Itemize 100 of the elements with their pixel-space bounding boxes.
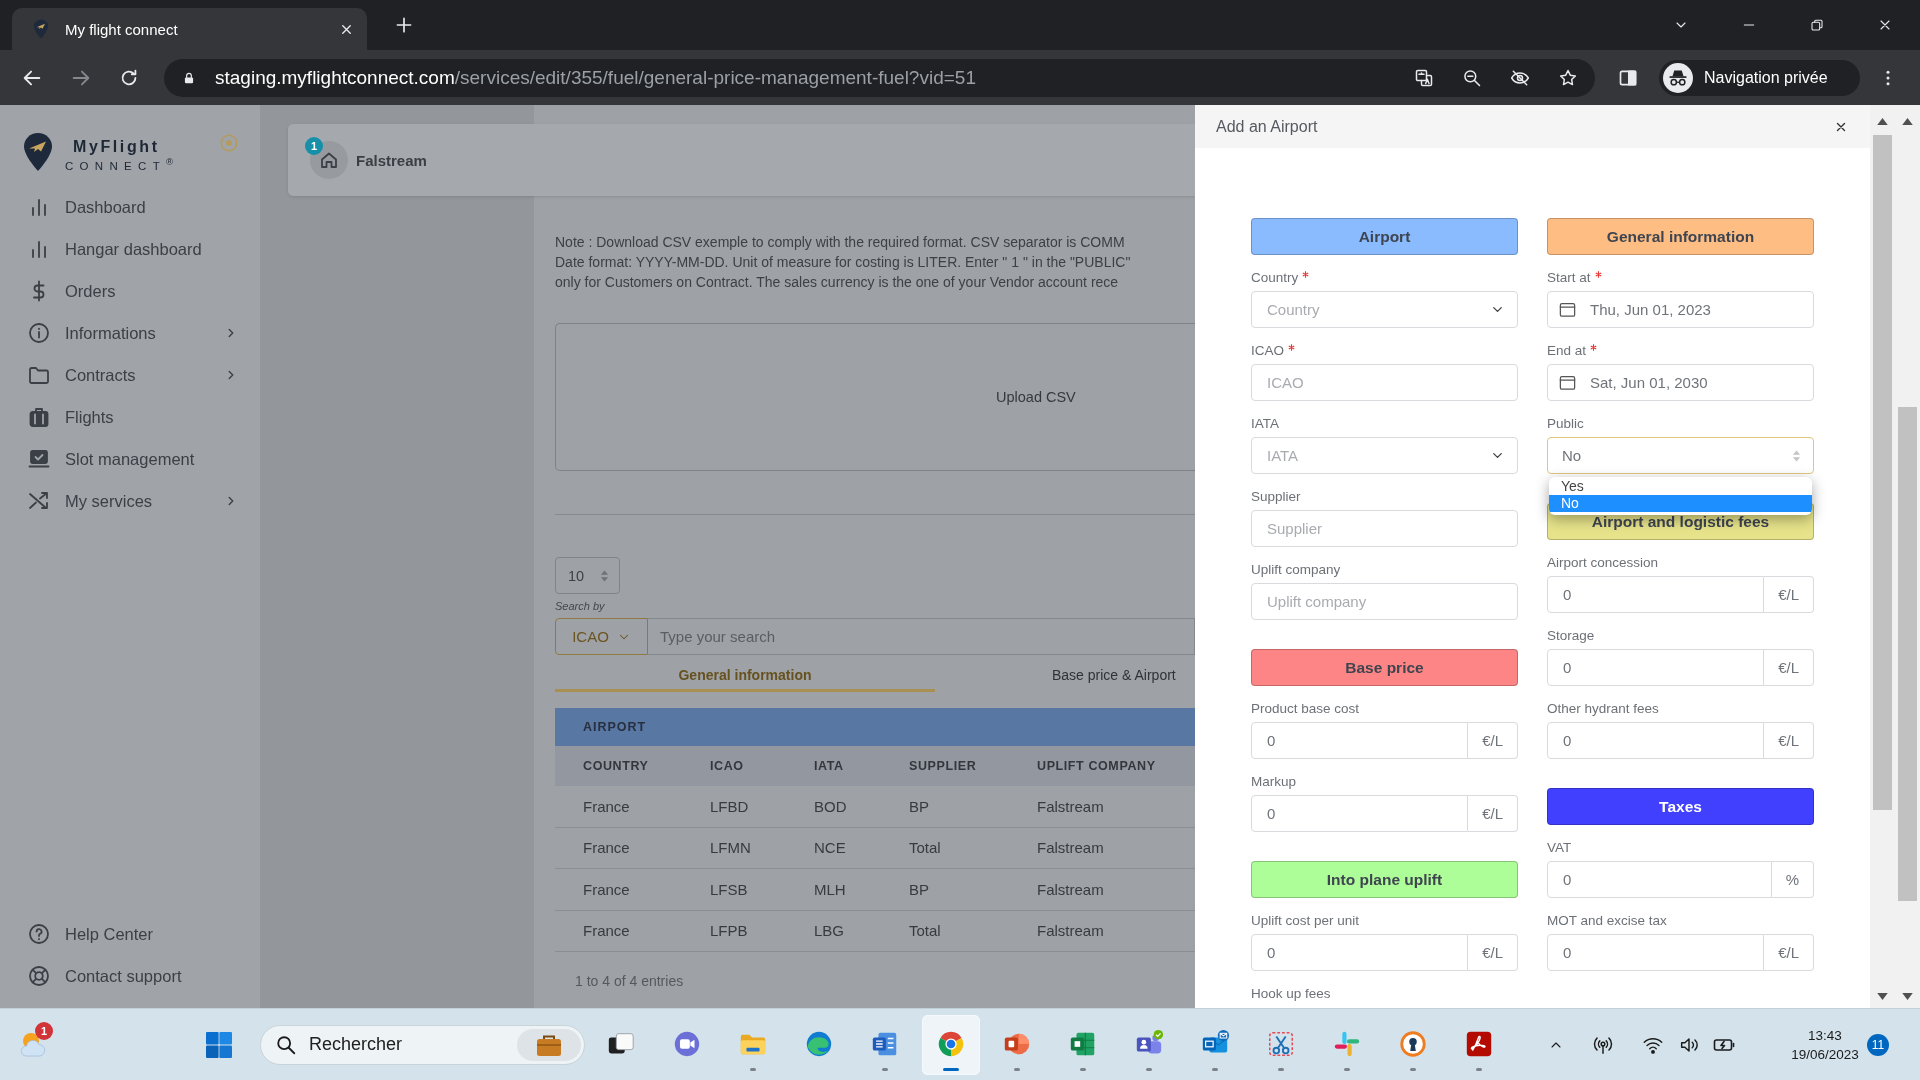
search-field-select[interactable]: ICAO	[555, 618, 648, 655]
clock-time[interactable]: 13:43	[1808, 1025, 1842, 1045]
sidebar-item[interactable]: Hangar dashboard	[0, 228, 260, 270]
tab[interactable]: Base price & Airport	[935, 660, 1195, 692]
section-header: Airport	[1251, 218, 1518, 255]
sort-arrows-icon	[600, 569, 609, 582]
browser-tab[interactable]: My flight connect	[12, 8, 367, 50]
lifebuoy-icon	[27, 964, 51, 988]
info-icon	[27, 321, 51, 345]
section-header: Into plane uplift	[1251, 861, 1518, 898]
sidebar-item[interactable]: Informations	[0, 312, 260, 354]
circle-dot-icon[interactable]	[220, 134, 238, 152]
scroll-up-arrow-icon[interactable]	[1902, 118, 1913, 125]
scrollbar-track[interactable]	[1895, 105, 1920, 1008]
date-field[interactable]: Thu, Jun 01, 2023	[1547, 291, 1814, 328]
translate-icon[interactable]	[1414, 67, 1434, 88]
number-field[interactable]: 0	[1251, 722, 1469, 759]
zoom-out-icon[interactable]	[1462, 67, 1482, 88]
address-bar[interactable]: staging.myflightconnect.com/services/edit/355/fuel/general-price-management-fuel?vid=51	[164, 58, 1595, 97]
unit-addon: €/L	[1468, 934, 1518, 971]
date-field[interactable]: Sat, Jun 01, 2030	[1547, 364, 1814, 401]
search-by-label: Search by	[555, 600, 605, 613]
notification-count-badge[interactable]: 11	[1867, 1033, 1889, 1056]
logo-tagline: CONNECT$^{®}$	[65, 155, 180, 173]
dropdown-option[interactable]: No	[1549, 495, 1812, 512]
field-label: Country	[1251, 270, 1299, 286]
table-cell-text: LFPB	[710, 922, 749, 940]
scroll-down-arrow-icon[interactable]	[1877, 993, 1888, 1000]
search-field[interactable]: Rechercher	[307, 1033, 517, 1056]
scroll-up-arrow-icon[interactable]	[1877, 118, 1888, 125]
column-header: ICAO	[710, 759, 745, 773]
table-cell-text: BP	[909, 797, 930, 815]
table-cell-text: LBG	[814, 922, 845, 940]
dropdown-option[interactable]: Yes	[1549, 478, 1812, 495]
page-size-select[interactable]: 10	[555, 557, 620, 594]
unit-addon: €/L	[1468, 795, 1518, 832]
text-field[interactable]: Supplier	[1251, 510, 1518, 547]
text-field[interactable]: Uplift company	[1251, 583, 1518, 620]
sidebar-item[interactable]: Orders	[0, 270, 260, 312]
column-header: SUPPLIER	[909, 759, 978, 773]
number-field[interactable]: 0	[1251, 795, 1469, 832]
profile-button[interactable]: Navigation privée	[1659, 59, 1860, 96]
field-label: IATA	[1251, 416, 1279, 432]
active-app-tile[interactable]	[922, 1014, 980, 1075]
help-icon	[27, 922, 51, 946]
scrollbar-thumb[interactable]	[1898, 407, 1917, 901]
table-cell-text: France	[583, 839, 631, 857]
table-cell-text: France	[583, 880, 631, 898]
section-header: Base price	[1251, 649, 1518, 686]
home-icon[interactable]	[310, 141, 348, 179]
text-field[interactable]: ICAO	[1251, 364, 1518, 401]
briefcase-icon[interactable]	[517, 1028, 581, 1061]
restore-icon[interactable]	[1809, 17, 1825, 33]
field-label: MOT and excise tax	[1547, 913, 1667, 929]
table-cell-text: Falstream	[1037, 839, 1105, 857]
clock-date[interactable]: 19/06/2023	[1791, 1044, 1859, 1064]
suitcase-icon	[27, 405, 51, 429]
table-cell-text: BOD	[814, 797, 848, 815]
upload-dropzone[interactable]: Upload CSV	[555, 323, 1195, 471]
field-label: End at	[1547, 343, 1587, 359]
calendar-icon	[1558, 300, 1577, 319]
number-field[interactable]: 0	[1547, 649, 1765, 686]
sidebar-item[interactable]: Flights	[0, 396, 260, 438]
select-field[interactable]: No	[1547, 437, 1814, 474]
note-text: Note : Download CSV exemple to comply with the required format. CSV separator is COMM Date format: YYYY-MM-DD. Unit of measure for costing is LITER. Enter " 1 " in the "PUBLIC" only for Customers on Contract. The sales currency is the one of your Vendor account rece	[555, 233, 1131, 292]
sidebar-item[interactable]: Contact support	[0, 955, 260, 997]
sidebar-item[interactable]: Slot management	[0, 438, 260, 480]
number-field[interactable]: 0	[1251, 934, 1469, 971]
notification-badge: 1	[35, 1021, 53, 1040]
column-header: COUNTRY	[583, 759, 650, 773]
company-name: Falstream	[356, 151, 427, 169]
search-bar[interactable]: Rechercher	[260, 1024, 585, 1065]
field-label: Uplift company	[1251, 562, 1341, 578]
sidebar-item[interactable]: Help Center	[0, 913, 260, 955]
new-tab-plus-icon[interactable]	[394, 15, 414, 35]
scrollbar-track[interactable]	[1870, 105, 1895, 1008]
unit-addon: €/L	[1468, 722, 1518, 759]
search-field[interactable]: Type your search	[648, 618, 1195, 655]
tab[interactable]: General information	[555, 660, 935, 692]
table-cell-text: Total	[909, 922, 942, 940]
number-field[interactable]: 0	[1547, 722, 1765, 759]
number-field[interactable]: 0	[1547, 934, 1765, 971]
unit-addon: €/L	[1764, 934, 1814, 971]
table-cell-text: LFBD	[710, 797, 750, 815]
entries-count: 1 to 4 of 4 entries	[575, 973, 684, 989]
url-text[interactable]: staging.myflightconnect.com/services/edit/355/fuel/general-price-management-fuel?vid=51	[215, 66, 976, 89]
keyhole-icon[interactable]	[1398, 1028, 1428, 1059]
scroll-down-arrow-icon[interactable]	[1902, 993, 1913, 1000]
sidebar-item[interactable]: Contracts	[0, 354, 260, 396]
field-label: ICAO	[1251, 343, 1284, 359]
field-label: Public	[1547, 416, 1584, 432]
unit-addon: %	[1771, 861, 1814, 898]
star-icon[interactable]	[1558, 67, 1578, 88]
sidebar-item[interactable]: My services	[0, 480, 260, 522]
number-field[interactable]: 0	[1547, 576, 1765, 613]
scrollbar-thumb[interactable]	[1873, 135, 1892, 810]
sidebar-item[interactable]: Dashboard	[0, 186, 260, 228]
unit-addon: €/L	[1764, 576, 1814, 613]
field-label: Hook up fees	[1251, 986, 1331, 1002]
number-field[interactable]: 0	[1547, 861, 1772, 898]
